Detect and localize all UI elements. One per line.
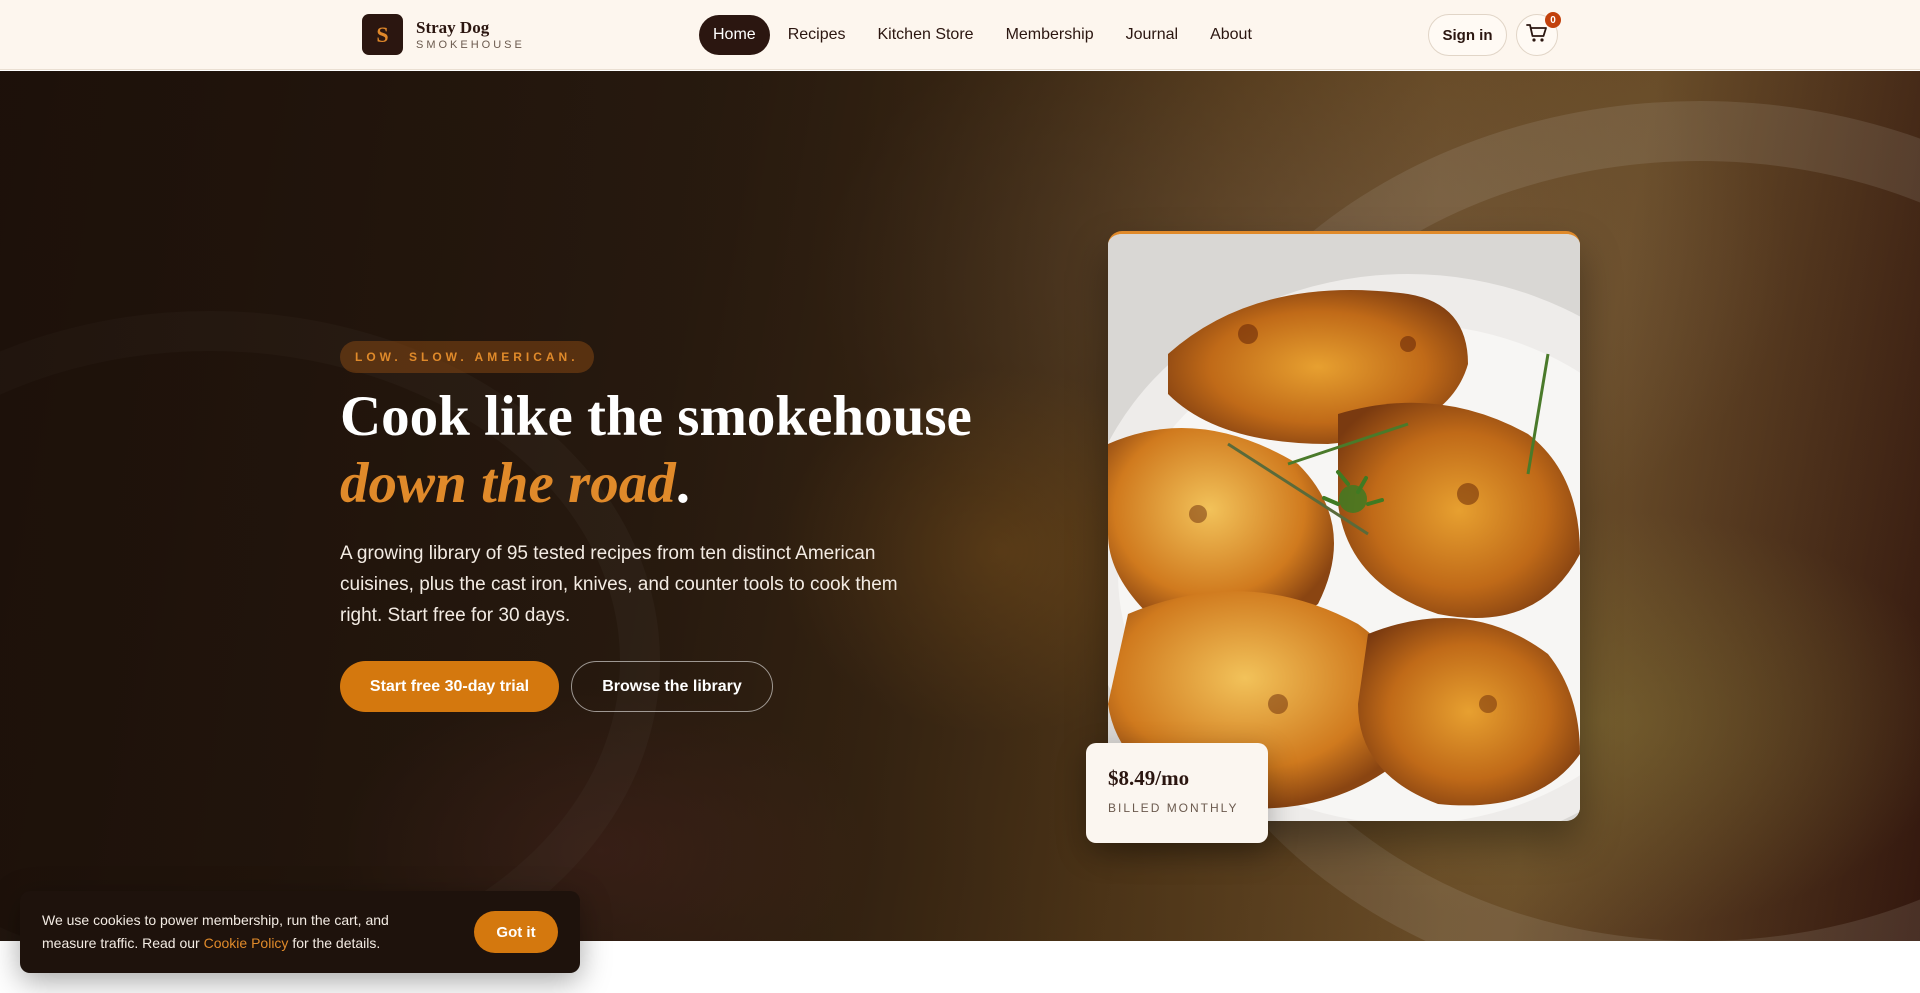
brand-subtitle: SMOKEHOUSE	[416, 38, 525, 51]
nav-item-membership[interactable]: Membership	[992, 15, 1108, 55]
hero-eyebrow: LOW. SLOW. AMERICAN.	[340, 341, 594, 373]
headline-line-1: Cook like the smokehouse	[340, 385, 972, 448]
cart-count-badge: 0	[1545, 12, 1561, 28]
headline-period: .	[675, 452, 690, 515]
hero-food-image	[1108, 231, 1580, 821]
cookie-text-after: for the details.	[288, 935, 381, 951]
cookie-accept-button[interactable]: Got it	[474, 911, 558, 953]
cart-button[interactable]: 0	[1516, 12, 1561, 56]
sign-in-button[interactable]: Sign in	[1428, 14, 1507, 56]
hero-lede: A growing library of 95 tested recipes f…	[340, 543, 898, 626]
brand-logo-link[interactable]: S Stray Dog SMOKEHOUSE	[362, 14, 525, 55]
brand-name: Stray Dog	[416, 17, 490, 37]
nav-item-home[interactable]: Home	[699, 15, 770, 55]
site-header: S Stray Dog SMOKEHOUSE Home Recipes Kitc…	[0, 0, 1920, 70]
cart-icon	[1526, 23, 1548, 48]
hero-headline: Cook like the smokehouse down the road.	[340, 383, 1040, 517]
cookie-banner: We use cookies to power membership, run …	[20, 891, 580, 973]
nav-item-recipes[interactable]: Recipes	[774, 15, 860, 55]
billing-period: BILLED MONTHLY	[1108, 801, 1239, 815]
price-amount: $8.49/mo	[1108, 766, 1190, 790]
hero-section: LOW. SLOW. AMERICAN. Cook like the smoke…	[0, 71, 1920, 941]
nav-item-journal[interactable]: Journal	[1112, 15, 1192, 55]
cookie-policy-link[interactable]: Cookie Policy	[204, 935, 289, 951]
logo-mark: S	[362, 14, 403, 55]
headline-accent: down the road	[340, 452, 676, 515]
nav-item-about[interactable]: About	[1196, 15, 1266, 55]
nav-item-kitchen-store[interactable]: Kitchen Store	[864, 15, 988, 55]
start-trial-button[interactable]: Start free 30-day trial	[340, 661, 559, 712]
brand-text: Stray Dog SMOKEHOUSE	[416, 18, 525, 52]
price-card: $8.49/mo BILLED MONTHLY	[1086, 743, 1268, 843]
browse-library-button[interactable]: Browse the library	[571, 661, 773, 712]
cookie-message: We use cookies to power membership, run …	[42, 909, 442, 955]
main-nav: Home Recipes Kitchen Store Membership Jo…	[699, 15, 1266, 55]
